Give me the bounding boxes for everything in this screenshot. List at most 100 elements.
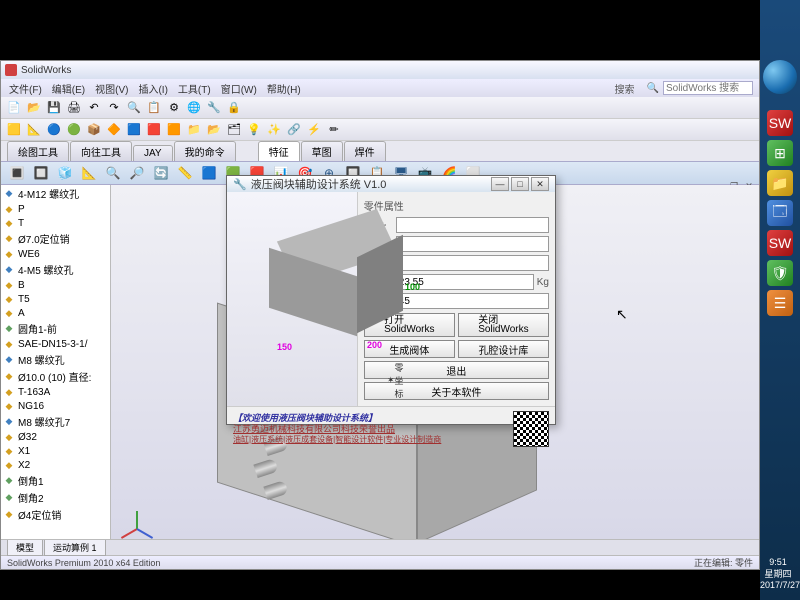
tree-item-21[interactable]: ◆Ø4定位销 <box>1 506 110 523</box>
tree-item-2[interactable]: ◆T <box>1 216 110 230</box>
tree-item-4[interactable]: ◆WE6 <box>1 247 110 261</box>
dialog-titlebar[interactable]: 🔧 液压阀块辅助设计系统 V1.0 — □ ✕ <box>227 176 555 192</box>
tree-item-18[interactable]: ◆X2 <box>1 458 110 472</box>
std-tool-5[interactable]: ↷ <box>105 99 123 117</box>
tree-item-12[interactable]: ◆Ø10.0 (10) 直径: <box>1 368 110 385</box>
tree-item-10[interactable]: ◆SAE-DN15-3-1/ <box>1 337 110 351</box>
menu-edit[interactable]: 编辑(E) <box>48 80 89 97</box>
view-tool-6[interactable]: 🔄 <box>151 163 171 183</box>
menu-help[interactable]: 帮助(H) <box>263 80 305 97</box>
dialog-maximize-button[interactable]: □ <box>511 177 529 191</box>
tab-past-tools[interactable]: 向往工具 <box>70 141 132 161</box>
tree-item-17[interactable]: ◆X1 <box>1 444 110 458</box>
feat-tool-16[interactable]: ✏ <box>325 121 343 139</box>
tree-item-14[interactable]: ◆NG16 <box>1 399 110 413</box>
feat-tool-7[interactable]: 🟥 <box>145 121 163 139</box>
view-tool-4[interactable]: 🔍 <box>103 163 123 183</box>
std-tool-6[interactable]: 🔍 <box>125 99 143 117</box>
feat-tool-4[interactable]: 📦 <box>85 121 103 139</box>
tab-model[interactable]: 模型 <box>7 540 43 556</box>
view-tool-8[interactable]: 🟦 <box>199 163 219 183</box>
std-tool-8[interactable]: ⚙ <box>165 99 183 117</box>
input-material[interactable] <box>396 293 549 309</box>
tab-motion-study[interactable]: 运动算例 1 <box>44 540 106 556</box>
tree-item-15[interactable]: ◆M8 螺纹孔7 <box>1 413 110 430</box>
std-tool-4[interactable]: ↶ <box>85 99 103 117</box>
input-code[interactable] <box>396 236 549 252</box>
tab-sketch[interactable]: 草图 <box>301 141 343 161</box>
feat-tool-3[interactable]: 🟢 <box>65 121 83 139</box>
tree-item-6[interactable]: ◆B <box>1 278 110 292</box>
tree-item-0[interactable]: ◆4-M12 螺纹孔 <box>1 185 110 202</box>
taskbar-icon-2[interactable]: 🗔 <box>767 200 793 226</box>
menu-file[interactable]: 文件(F) <box>5 80 46 97</box>
tab-features[interactable]: 特征 <box>258 141 300 161</box>
menu-tools[interactable]: 工具(T) <box>174 80 215 97</box>
taskbar-icon-sw[interactable]: SW <box>767 110 793 136</box>
start-orb[interactable] <box>763 60 797 94</box>
tree-item-1[interactable]: ◆P <box>1 202 110 216</box>
feat-tool-10[interactable]: 📂 <box>205 121 223 139</box>
taskbar-icon-folder[interactable]: 📁 <box>767 170 793 196</box>
feat-tool-5[interactable]: 🔶 <box>105 121 123 139</box>
menu-window[interactable]: 窗口(W) <box>217 80 261 97</box>
tree-item-19[interactable]: ◆倒角1 <box>1 472 110 489</box>
view-tool-5[interactable]: 🔎 <box>127 163 147 183</box>
tab-drawing-tools[interactable]: 绘图工具 <box>7 141 69 161</box>
feat-tool-14[interactable]: 🔗 <box>285 121 303 139</box>
view-tool-3[interactable]: 📐 <box>79 163 99 183</box>
view-tool-2[interactable]: 🧊 <box>55 163 75 183</box>
taskbar-icon-1[interactable]: ⊞ <box>767 140 793 166</box>
std-tool-2[interactable]: 💾 <box>45 99 63 117</box>
std-tool-10[interactable]: 🔧 <box>205 99 223 117</box>
input-name[interactable] <box>396 217 549 233</box>
feat-tool-9[interactable]: 📁 <box>185 121 203 139</box>
view-tool-0[interactable]: 🔳 <box>7 163 27 183</box>
tree-item-11[interactable]: ◆M8 螺纹孔 <box>1 351 110 368</box>
input-note[interactable] <box>396 255 549 271</box>
dialog-close-button[interactable]: ✕ <box>531 177 549 191</box>
std-tool-9[interactable]: 🌐 <box>185 99 203 117</box>
std-tool-11[interactable]: 🔒 <box>225 99 243 117</box>
taskbar-icon-sw2[interactable]: SW <box>767 230 793 256</box>
tree-item-13[interactable]: ◆T-163A <box>1 385 110 399</box>
std-tool-7[interactable]: 📋 <box>145 99 163 117</box>
system-clock[interactable]: 9:51 星期四 2017/7/27 <box>760 557 796 592</box>
feat-tool-13[interactable]: ✨ <box>265 121 283 139</box>
company-link[interactable]: 江苏勇迈机械科技有限公司科技荣誉出品 <box>233 424 441 435</box>
feature-tree[interactable]: ◆4-M12 螺纹孔◆P◆T◆Ø7.0定位销◆WE6◆4-M5 螺纹孔◆B◆T5… <box>1 185 111 539</box>
orientation-triad[interactable] <box>121 499 151 529</box>
feat-tool-11[interactable]: 🗂 <box>225 121 243 139</box>
close-solidworks-button[interactable]: 关闭 SolidWorks <box>458 313 549 337</box>
hole-library-button[interactable]: 孔腔设计库 <box>458 340 549 358</box>
tree-item-16[interactable]: ◆Ø32 <box>1 430 110 444</box>
feat-tool-12[interactable]: 💡 <box>245 121 263 139</box>
tree-item-3[interactable]: ◆Ø7.0定位销 <box>1 230 110 247</box>
std-tool-0[interactable]: 📄 <box>5 99 23 117</box>
feat-tool-8[interactable]: 🟧 <box>165 121 183 139</box>
tab-my-commands[interactable]: 我的命令 <box>174 141 236 161</box>
menu-insert[interactable]: 插入(I) <box>134 80 171 97</box>
search-input[interactable] <box>663 81 753 95</box>
tree-item-8[interactable]: ◆A <box>1 306 110 320</box>
feat-tool-2[interactable]: 🔵 <box>45 121 63 139</box>
tree-item-7[interactable]: ◆T5 <box>1 292 110 306</box>
taskbar-icon-3[interactable]: 🛡 <box>767 260 793 286</box>
feature-icon: ◆ <box>3 233 15 245</box>
tree-item-20[interactable]: ◆倒角2 <box>1 489 110 506</box>
view-tool-1[interactable]: 🔲 <box>31 163 51 183</box>
feat-tool-0[interactable]: 🟨 <box>5 121 23 139</box>
view-tool-7[interactable]: 📏 <box>175 163 195 183</box>
dialog-minimize-button[interactable]: — <box>491 177 509 191</box>
std-tool-1[interactable]: 📂 <box>25 99 43 117</box>
tab-jay[interactable]: JAY <box>133 145 173 161</box>
tree-item-5[interactable]: ◆4-M5 螺纹孔 <box>1 261 110 278</box>
feat-tool-15[interactable]: ⚡ <box>305 121 323 139</box>
feat-tool-1[interactable]: 📐 <box>25 121 43 139</box>
tab-weldment[interactable]: 焊件 <box>344 141 386 161</box>
std-tool-3[interactable]: 🖨 <box>65 99 83 117</box>
taskbar-icon-4[interactable]: ☰ <box>767 290 793 316</box>
tree-item-9[interactable]: ◆圆角1-前 <box>1 320 110 337</box>
menu-view[interactable]: 视图(V) <box>91 80 132 97</box>
feat-tool-6[interactable]: 🟦 <box>125 121 143 139</box>
